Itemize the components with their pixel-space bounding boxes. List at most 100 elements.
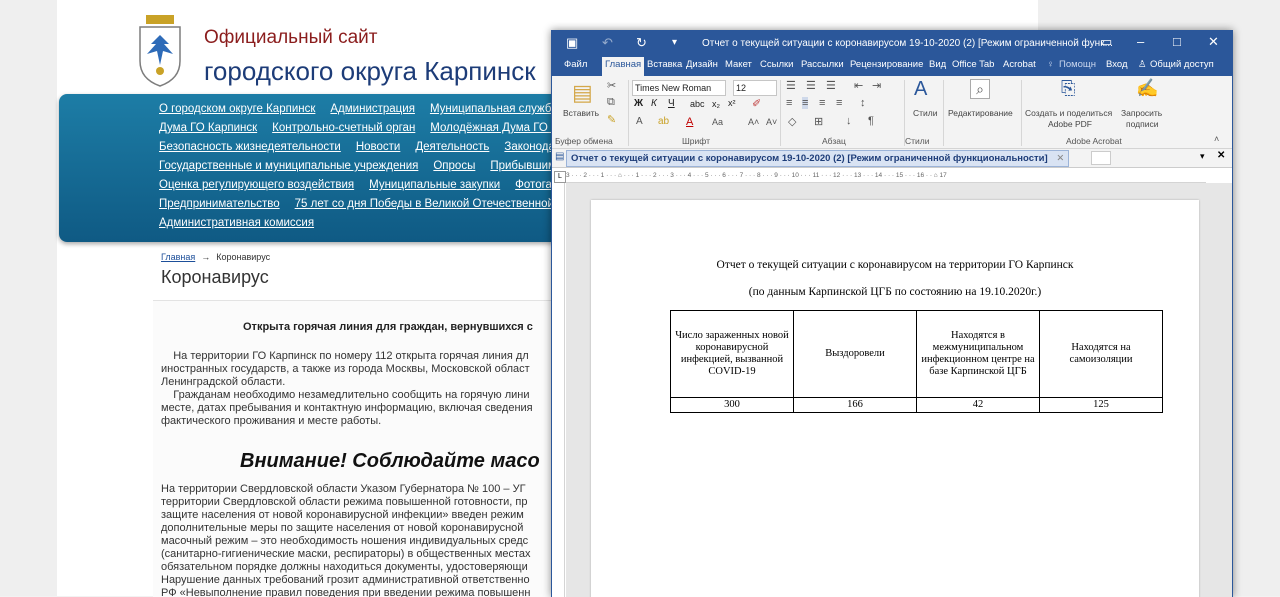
nav-link[interactable]: Предпринимательство: [159, 198, 280, 210]
italic-icon[interactable]: К: [651, 98, 657, 109]
nav-link[interactable]: Деятельность: [415, 141, 489, 153]
tab-list-icon[interactable]: ▾: [1200, 151, 1205, 162]
bold-icon[interactable]: Ж: [634, 98, 643, 109]
close-icon[interactable]: ✕: [1208, 34, 1219, 50]
tab-design[interactable]: Дизайн: [686, 59, 718, 70]
subscript-icon[interactable]: x₂: [712, 99, 720, 109]
paste-button[interactable]: Вставить: [563, 108, 599, 118]
styles-button[interactable]: Стили: [913, 108, 938, 118]
tab-references[interactable]: Ссылки: [760, 59, 793, 70]
decrease-indent-icon[interactable]: ⇤: [854, 79, 863, 92]
font-color-icon[interactable]: A: [686, 116, 693, 128]
tab-review[interactable]: Рецензирование: [850, 59, 923, 70]
table-cell: 300: [670, 397, 794, 413]
increase-indent-icon[interactable]: ⇥: [872, 79, 881, 92]
create-share-pdf-button[interactable]: Создать и поделиться: [1025, 108, 1112, 118]
nav-link[interactable]: 75 лет со дня Победы в Великой Отечестве…: [295, 198, 564, 210]
breadcrumb-home-link[interactable]: Главная: [161, 252, 195, 262]
tab-help-search[interactable]: Помощн: [1059, 59, 1096, 70]
nav-link[interactable]: Муниципальные закупки: [369, 179, 500, 191]
collapse-ribbon-icon[interactable]: ˄: [1214, 134, 1219, 144]
customize-toolbar-icon[interactable]: ▾: [672, 37, 677, 48]
undo-icon[interactable]: ↶: [602, 35, 613, 51]
request-signature-button[interactable]: Запросить: [1121, 108, 1162, 118]
copy-icon[interactable]: ⧉: [607, 96, 615, 109]
nav-link[interactable]: Администрация: [330, 103, 415, 115]
redo-icon[interactable]: ↻: [636, 35, 647, 51]
superscript-icon[interactable]: x²: [728, 98, 736, 108]
tab-file[interactable]: Файл: [564, 59, 587, 70]
editing-button[interactable]: Редактирование: [948, 108, 1013, 118]
change-case-icon[interactable]: Aa: [712, 117, 723, 127]
nav-link[interactable]: Оценка регулирующего воздействия: [159, 179, 354, 191]
tab-office-tab[interactable]: Office Tab: [952, 59, 994, 70]
share-icon[interactable]: ♙: [1138, 59, 1147, 70]
tab-selector[interactable]: L: [554, 171, 566, 183]
tab-insert[interactable]: Вставка: [647, 59, 682, 70]
request-signature-icon[interactable]: ✍: [1136, 78, 1158, 99]
nav-link[interactable]: Государственные и муниципальные учрежден…: [159, 160, 418, 172]
nav-link[interactable]: Контрольно-счетный орган: [272, 122, 415, 134]
sign-in-link[interactable]: Вход: [1106, 59, 1128, 70]
create-pdf-icon[interactable]: ⎘: [1061, 78, 1075, 99]
tab-view[interactable]: Вид: [929, 59, 946, 70]
sort-icon[interactable]: ↓: [846, 115, 852, 127]
share-button[interactable]: Общий доступ: [1150, 59, 1214, 70]
maximize-icon[interactable]: □: [1173, 34, 1181, 49]
close-tab-icon[interactable]: ✕: [1056, 153, 1064, 164]
nav-link[interactable]: Молодёжная Дума ГО К: [430, 122, 557, 134]
font-name-select[interactable]: Times New Roman: [632, 80, 726, 96]
paste-icon[interactable]: ▤: [572, 80, 593, 106]
nav-link[interactable]: Безопасность жизнедеятельности: [159, 141, 341, 153]
tab-mailings[interactable]: Рассылки: [801, 59, 844, 70]
styles-icon[interactable]: A: [914, 78, 927, 101]
cut-icon[interactable]: ✂: [607, 79, 616, 92]
tab-acrobat[interactable]: Acrobat: [1003, 59, 1036, 70]
nav-link[interactable]: Законода: [504, 141, 555, 153]
find-icon[interactable]: ⌕: [970, 79, 990, 99]
bullets-icon[interactable]: ☰: [786, 79, 796, 92]
align-center-icon[interactable]: ≡: [802, 97, 809, 109]
nav-link[interactable]: О городском округе Карпинск: [159, 103, 315, 115]
document-tab[interactable]: Отчет о текущей ситуации с коронавирусом…: [566, 150, 1070, 167]
underline-icon[interactable]: Ч: [668, 98, 675, 109]
ribbon-display-icon[interactable]: ▭: [1100, 34, 1112, 50]
clear-formatting-icon[interactable]: ✐: [752, 97, 761, 110]
nav-link[interactable]: Прибывшим: [490, 160, 556, 172]
vertical-ruler[interactable]: [554, 183, 565, 597]
line-spacing-icon[interactable]: ↕: [860, 97, 866, 109]
borders-icon[interactable]: ⊞: [814, 115, 823, 128]
nav-link[interactable]: Опросы: [433, 160, 475, 172]
format-painter-icon[interactable]: ✎: [607, 113, 616, 126]
new-tab-button[interactable]: [1091, 151, 1111, 165]
save-icon[interactable]: ▣: [566, 35, 578, 51]
show-marks-icon[interactable]: ¶: [868, 115, 874, 127]
tab-layout[interactable]: Макет: [725, 59, 752, 70]
nav-link[interactable]: Муниципальная служба: [430, 103, 558, 115]
nav-link[interactable]: Дума ГО Карпинск: [159, 122, 257, 134]
ribbon-separator: [780, 80, 781, 146]
text-effects-icon[interactable]: A: [636, 116, 643, 127]
shading-icon[interactable]: ◇: [788, 115, 796, 128]
shrink-font-icon[interactable]: A˅: [766, 117, 777, 127]
align-right-icon[interactable]: ≡: [819, 97, 825, 109]
nav-link[interactable]: Административная комиссия: [159, 217, 314, 229]
nav-link[interactable]: Новости: [356, 141, 401, 153]
minimize-icon[interactable]: –: [1137, 34, 1144, 49]
multilevel-list-icon[interactable]: ☰: [826, 79, 836, 92]
horizontal-ruler[interactable]: 3 · · · 2 · · · 1 · · · ⌂ · · · 1 · · · …: [566, 170, 1206, 183]
close-document-icon[interactable]: ✕: [1217, 150, 1225, 161]
font-size-select[interactable]: 12: [733, 80, 777, 96]
align-left-icon[interactable]: ≡: [786, 97, 792, 109]
paragraph-line: месте, датах пребывания и контактную инф…: [161, 402, 533, 414]
document-page[interactable]: Отчет о текущей ситуации с коронавирусом…: [591, 200, 1199, 597]
strikethrough-icon[interactable]: abc: [690, 99, 705, 109]
tab-home[interactable]: Главная: [602, 57, 645, 76]
justify-icon[interactable]: ≡: [836, 97, 842, 109]
hotline-heading: Открыта горячая линия для граждан, верну…: [243, 321, 533, 333]
numbering-icon[interactable]: ☰: [806, 79, 816, 92]
tell-me-icon[interactable]: ♀: [1047, 59, 1054, 70]
highlight-icon[interactable]: ab: [658, 116, 669, 127]
site-title-line2[interactable]: городского округа Карпинск: [204, 56, 536, 87]
grow-font-icon[interactable]: A˄: [748, 117, 759, 127]
